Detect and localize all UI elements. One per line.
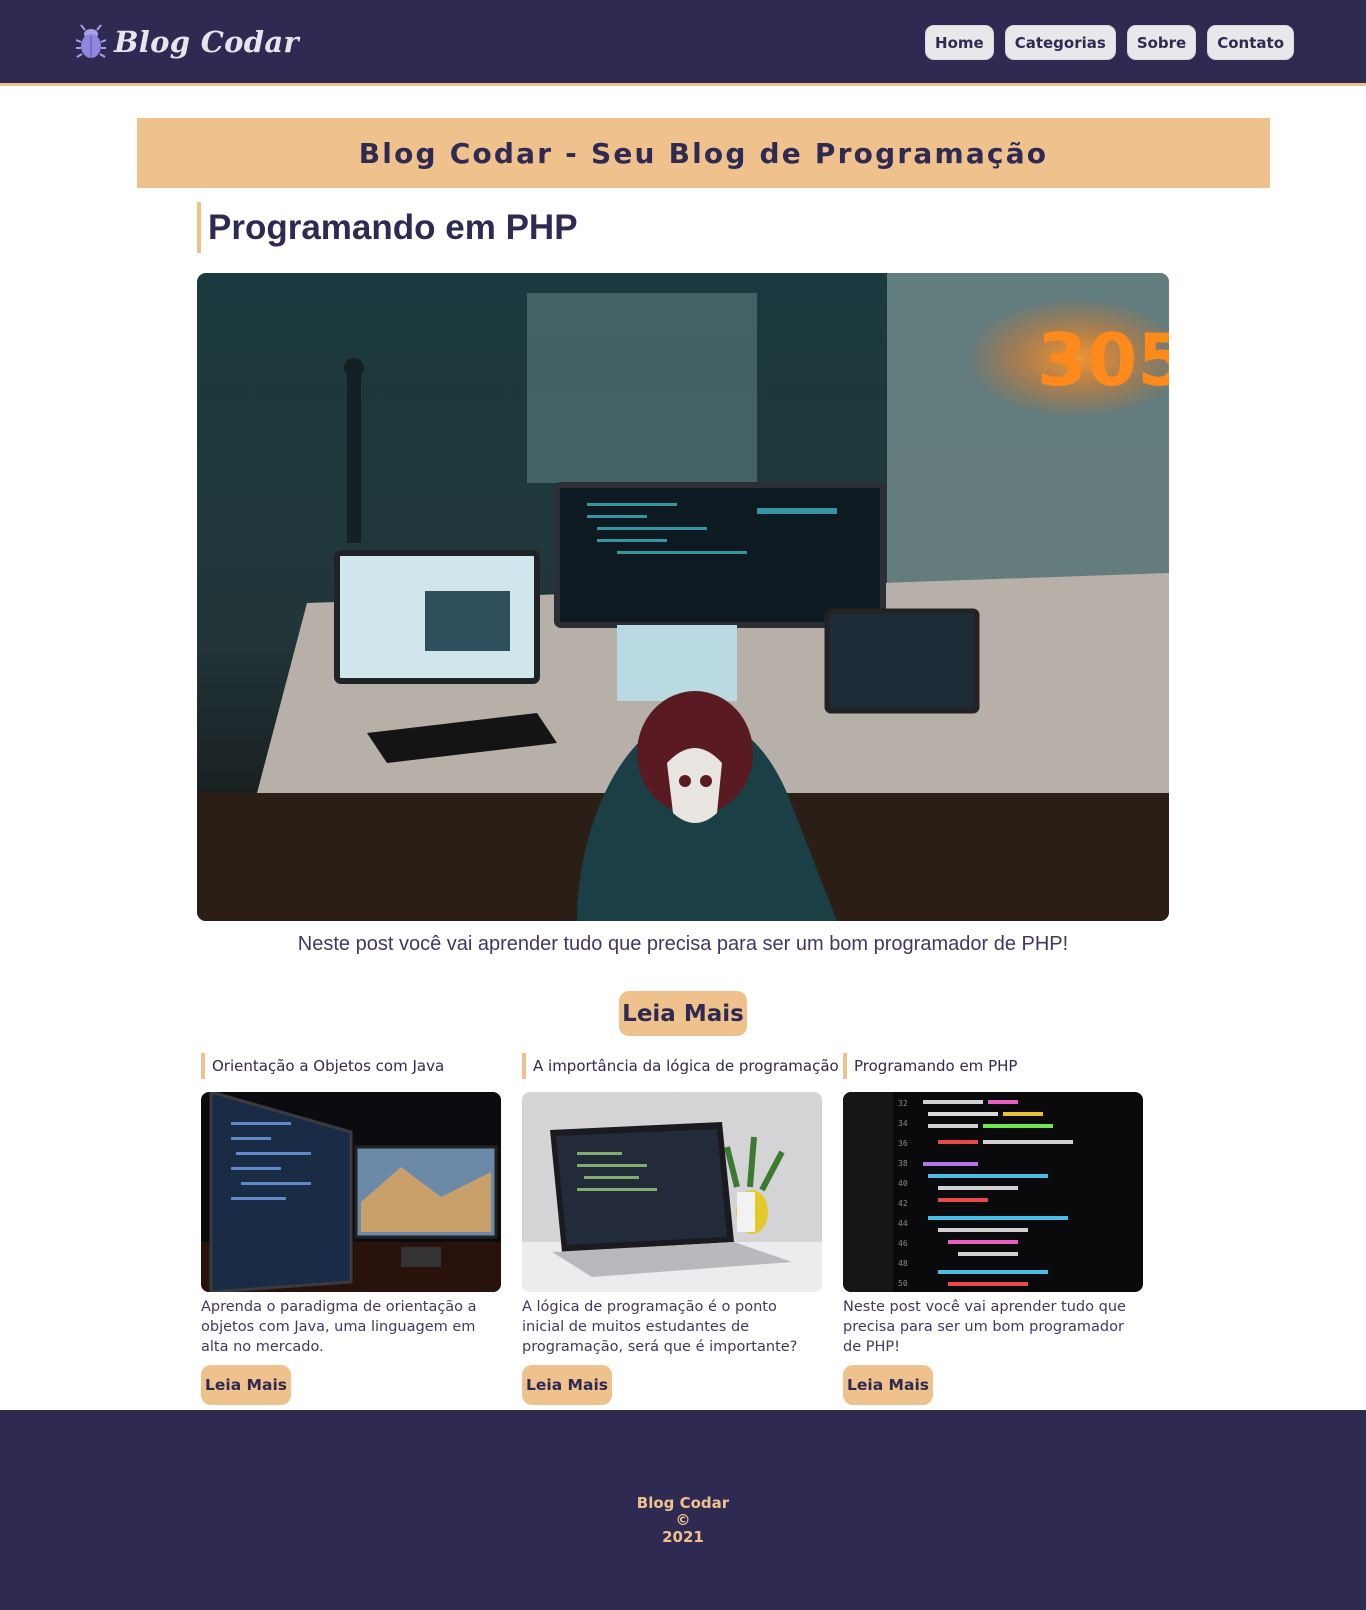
nav-home-button[interactable]: Home bbox=[925, 25, 994, 60]
hero-banner: Blog Codar - Seu Blog de Programação bbox=[137, 118, 1270, 188]
post-card: Programando em PHP 32 34 36 38 40 42 44 46 48 5… bbox=[843, 1053, 1143, 1405]
site-header: Blog Codar Home Categorias Sobre Contato bbox=[0, 0, 1366, 86]
svg-text:40: 40 bbox=[898, 1179, 908, 1188]
post-card-image[interactable] bbox=[201, 1092, 501, 1292]
banner-title: Blog Codar - Seu Blog de Programação bbox=[358, 136, 1049, 170]
post-card: A importância da lógica de programação A… bbox=[522, 1053, 839, 1405]
nav-sobre-button[interactable]: Sobre bbox=[1126, 25, 1197, 60]
footer-copyright-line: Blog Codar © bbox=[636, 1494, 730, 1529]
brand[interactable]: Blog Codar bbox=[76, 24, 299, 60]
footer-year: 2021 bbox=[662, 1528, 704, 1546]
post-card-title[interactable]: Orientação a Objetos com Java bbox=[201, 1053, 501, 1079]
brand-title: Blog Codar bbox=[114, 25, 300, 59]
svg-text:305: 305 bbox=[1037, 318, 1169, 402]
post-card-image[interactable]: 32 34 36 38 40 42 44 46 48 50 bbox=[843, 1092, 1143, 1292]
svg-text:38: 38 bbox=[898, 1159, 908, 1168]
post-card-title[interactable]: Programando em PHP bbox=[843, 1053, 1143, 1079]
svg-text:42: 42 bbox=[898, 1199, 908, 1208]
featured-post-title[interactable]: Programando em PHP bbox=[197, 202, 578, 253]
nav-categorias-button[interactable]: Categorias bbox=[1004, 25, 1116, 60]
svg-text:34: 34 bbox=[898, 1119, 908, 1128]
svg-text:48: 48 bbox=[898, 1259, 908, 1268]
svg-text:36: 36 bbox=[898, 1139, 908, 1148]
footer-copyright: Blog Codar © 2021 bbox=[633, 1495, 733, 1546]
read-more-button[interactable]: Leia Mais bbox=[522, 1365, 612, 1405]
svg-text:46: 46 bbox=[898, 1239, 908, 1248]
featured-post-image[interactable]: 305 bbox=[197, 273, 1169, 921]
nav-contato-button[interactable]: Contato bbox=[1207, 25, 1294, 60]
svg-text:50: 50 bbox=[898, 1279, 908, 1288]
main-nav: Home Categorias Sobre Contato bbox=[925, 25, 1294, 60]
featured-post-description: Neste post você vai aprender tudo que pr… bbox=[297, 933, 1069, 955]
post-card-description: Neste post você vai aprender tudo que pr… bbox=[843, 1299, 1126, 1355]
read-more-button[interactable]: Leia Mais bbox=[201, 1365, 291, 1405]
svg-text:32: 32 bbox=[898, 1099, 908, 1108]
featured-read-more-button[interactable]: Leia Mais bbox=[619, 991, 747, 1036]
svg-text:44: 44 bbox=[898, 1219, 908, 1228]
post-card-description: A lógica de programação é o ponto inicia… bbox=[522, 1299, 798, 1355]
post-card-image[interactable] bbox=[522, 1092, 822, 1292]
post-card-description: Aprenda o paradigma de orientação a obje… bbox=[201, 1299, 477, 1355]
bug-icon bbox=[76, 24, 106, 58]
site-footer: Blog Codar © 2021 bbox=[0, 1410, 1366, 1610]
post-card-title[interactable]: A importância da lógica de programação bbox=[522, 1053, 839, 1079]
read-more-button[interactable]: Leia Mais bbox=[843, 1365, 933, 1405]
post-card: Orientação a Objetos com Java Aprenda o … bbox=[201, 1053, 501, 1405]
